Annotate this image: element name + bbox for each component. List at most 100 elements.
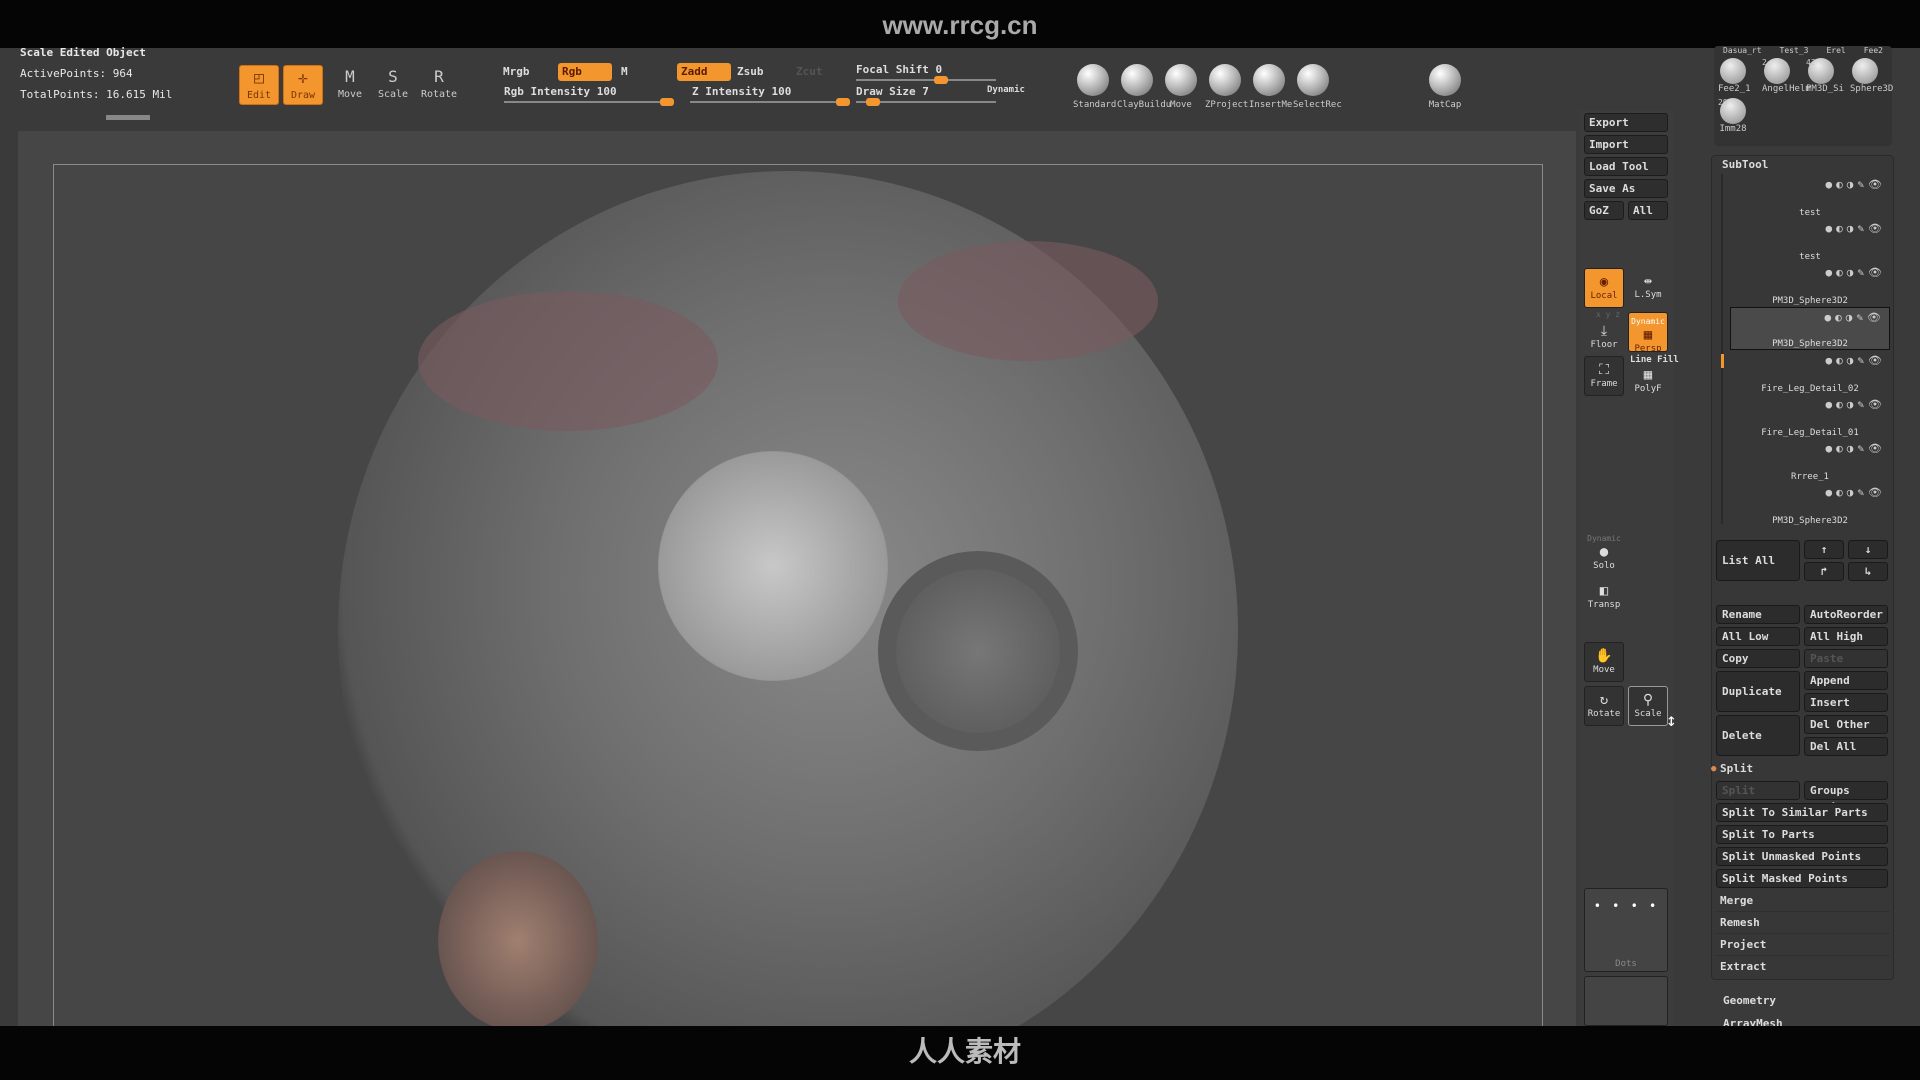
lsym-button[interactable]: ⇹ L.Sym	[1628, 268, 1668, 308]
subtool-item[interactable]: ●◐◑✎👁 test	[1730, 219, 1890, 262]
zadd-button[interactable]: Zadd	[677, 63, 731, 81]
move-up-button[interactable]: ↑	[1804, 540, 1844, 559]
subtool-toggle-icons[interactable]: ●◐◑✎👁	[1826, 398, 1886, 411]
tool-thumb-top-label[interactable]: Test_3	[1780, 46, 1809, 55]
export-button[interactable]: Export	[1584, 113, 1668, 132]
local-button[interactable]: ◉ Local	[1584, 268, 1624, 308]
extract-section[interactable]: Extract	[1714, 956, 1890, 978]
rotate-view-button[interactable]: ↻ Rotate	[1584, 686, 1624, 726]
brush-4-button[interactable]: InsertMe	[1249, 64, 1292, 110]
tool-thumb-top-label[interactable]: Fee2	[1864, 46, 1883, 55]
brush-0-button[interactable]: Standard	[1073, 64, 1116, 110]
subtool-item[interactable]: ●◐◑✎👁 PM3D_Sphere3D2	[1730, 483, 1890, 526]
brush-3-button[interactable]: ZProject	[1205, 64, 1248, 110]
tool-move-button[interactable]: M Move	[330, 65, 370, 105]
brush-5-button[interactable]: SelectRec	[1293, 64, 1342, 110]
tool-scale-button[interactable]: S Scale	[373, 65, 413, 105]
focal-shift-slider[interactable]	[856, 76, 996, 84]
autoreorder-button[interactable]: AutoReorder	[1804, 605, 1888, 624]
split-hidden-button[interactable]: Split Hidden	[1716, 781, 1800, 814]
append-button[interactable]: Append	[1804, 671, 1888, 690]
subtool-title[interactable]: SubTool	[1722, 158, 1768, 171]
move-down-folder-button[interactable]: ↳	[1848, 562, 1888, 581]
tool-thumbnail[interactable]: Sphere3D	[1850, 58, 1893, 94]
subtool-item[interactable]: ●◐◑✎👁 PM3D_Sphere3D2	[1730, 307, 1890, 350]
matcap-button[interactable]: MatCap	[1425, 64, 1465, 110]
subtool-item[interactable]: ●◐◑✎👁 Fire_Leg_Detail_02	[1730, 351, 1890, 394]
split-masked-button[interactable]: Split Masked Points	[1716, 869, 1888, 888]
paste-button[interactable]: Paste	[1804, 649, 1888, 668]
geometry-menu[interactable]: Geometry	[1723, 994, 1776, 1007]
tool-thumbnail[interactable]: 2 AngelHelm	[1762, 58, 1811, 94]
subtool-toggle-icons[interactable]: ●◐◑✎👁	[1826, 354, 1886, 367]
insert-button[interactable]: Insert	[1804, 693, 1888, 712]
subtool-toggle-icons[interactable]: ●◐◑✎👁	[1825, 311, 1885, 324]
delete-button[interactable]: Delete	[1716, 715, 1800, 756]
tool-thumbnail[interactable]: Fee2_1	[1718, 58, 1751, 94]
goz-all-button[interactable]: All	[1628, 201, 1668, 220]
z-intensity-slider[interactable]	[690, 98, 850, 106]
move-view-button[interactable]: ✋ Move	[1584, 642, 1624, 682]
tool-rotate-button[interactable]: R Rotate	[419, 65, 459, 105]
split-section-header[interactable]: Split	[1720, 762, 1753, 775]
goz-button[interactable]: GoZ	[1584, 201, 1624, 220]
project-section[interactable]: Project	[1714, 934, 1890, 956]
subtool-item[interactable]: ●◐◑✎👁 test	[1730, 175, 1890, 218]
mrgb-button[interactable]: Mrgb	[503, 65, 530, 78]
arraymesh-menu[interactable]: ArrayMesh	[1723, 1017, 1783, 1026]
draw-size-slider[interactable]	[856, 98, 996, 106]
alpha-slot[interactable]	[1584, 976, 1668, 1026]
subtool-toggle-icons[interactable]: ●◐◑✎👁	[1826, 442, 1886, 455]
zcut-button[interactable]: Zcut	[796, 65, 823, 78]
subtool-scrollbar[interactable]	[1721, 174, 1724, 524]
solo-button[interactable]: Dynamic ● Solo	[1584, 530, 1624, 571]
tool-thumb-top-label[interactable]: Dasua_rt	[1723, 46, 1762, 55]
tool-thumb-top-label[interactable]: Erel	[1826, 46, 1845, 55]
list-all-button[interactable]: List All	[1716, 540, 1800, 581]
zsub-button[interactable]: Zsub	[737, 65, 764, 78]
split-unmasked-button[interactable]: Split Unmasked Points	[1716, 847, 1888, 866]
duplicate-button[interactable]: Duplicate	[1716, 671, 1800, 712]
subtool-item[interactable]: ●◐◑✎👁 Fire_Leg_Detail_01	[1730, 395, 1890, 438]
tool-draw-button[interactable]: ✛ Draw	[283, 65, 323, 105]
all-low-button[interactable]: All Low	[1716, 627, 1800, 646]
rgb-intensity-slider[interactable]	[504, 98, 674, 106]
copy-button[interactable]: Copy	[1716, 649, 1800, 668]
tool-thumbnail[interactable]: 29 Imm28	[1718, 98, 1748, 134]
rename-button[interactable]: Rename	[1716, 605, 1800, 624]
subtool-toggle-icons[interactable]: ●◐◑✎👁	[1826, 178, 1886, 191]
tool-edit-button[interactable]: ◰ Edit	[239, 65, 279, 105]
save-as-button[interactable]: Save As	[1584, 179, 1668, 198]
subtool-toggle-icons[interactable]: ●◐◑✎👁	[1826, 222, 1886, 235]
split-to-parts-button[interactable]: Split To Parts	[1716, 825, 1888, 844]
frame-button[interactable]: ⛶ Frame	[1584, 356, 1624, 396]
rgb-button[interactable]: Rgb	[558, 63, 612, 81]
merge-section[interactable]: Merge	[1714, 890, 1890, 912]
floor-button[interactable]: ⤓ Floor	[1584, 318, 1624, 358]
subtool-toggle-icons[interactable]: ●◐◑✎👁	[1826, 486, 1886, 499]
polyf-button[interactable]: ▦ PolyF	[1628, 362, 1668, 402]
persp-button[interactable]: Dynamic ▦ Persp	[1628, 312, 1668, 354]
load-tool-button[interactable]: Load Tool	[1584, 157, 1668, 176]
transp-button[interactable]: ◧ Transp	[1584, 578, 1624, 618]
m-button[interactable]: M	[621, 65, 628, 78]
scale-view-button[interactable]: ⚲ Scale	[1628, 686, 1668, 726]
move-up-folder-button[interactable]: ↱	[1804, 562, 1844, 581]
subtool-toggle-icons[interactable]: ●◐◑✎👁	[1826, 266, 1886, 279]
del-all-button[interactable]: Del All	[1804, 737, 1888, 756]
subtool-item[interactable]: ●◐◑✎👁 Rrree_1	[1730, 439, 1890, 482]
import-button[interactable]: Import	[1584, 135, 1668, 154]
tool-thumbnail[interactable]: 42 PM3D_Si	[1806, 58, 1844, 94]
groups-split-button[interactable]: Groups Split	[1804, 781, 1888, 814]
stroke-dots-button[interactable]: • • • • Dots	[1584, 888, 1668, 972]
brush-2-button[interactable]: Move	[1161, 64, 1201, 110]
dynamic-toggle[interactable]: Dynamic	[987, 85, 1025, 95]
subtool-item[interactable]: ●◐◑✎👁 PM3D_Sphere3D2	[1730, 263, 1890, 306]
all-high-button[interactable]: All High	[1804, 627, 1888, 646]
scrollbar-thumb[interactable]	[1721, 354, 1724, 368]
move-down-button[interactable]: ↓	[1848, 540, 1888, 559]
split-similar-parts-button[interactable]: Split To Similar Parts	[1716, 803, 1888, 822]
brush-1-button[interactable]: ClayBuildu	[1117, 64, 1171, 110]
del-other-button[interactable]: Del Other	[1804, 715, 1888, 734]
remesh-section[interactable]: Remesh	[1714, 912, 1890, 934]
